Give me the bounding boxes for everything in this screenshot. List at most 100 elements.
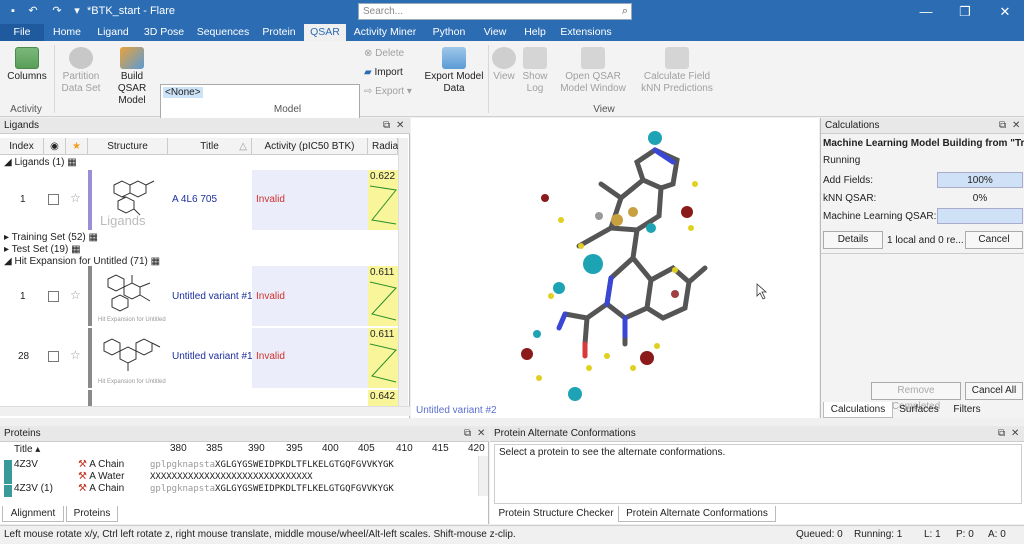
build-qsar-model-button[interactable]: Build QSAR Model [106,47,158,107]
view-button[interactable]: View [490,47,518,83]
tab-home[interactable]: Home [46,24,88,41]
float-panel-icon[interactable]: ⧉ [464,426,471,442]
tab-qsar[interactable]: QSAR [304,24,346,41]
3d-viewer[interactable]: Untitled variant #2 [411,118,819,418]
tab-ligand[interactable]: Ligand [90,24,136,41]
tab-proteins[interactable]: Proteins [66,506,118,522]
tab-protein-alternate-conformations[interactable]: Protein Alternate Conformations [618,506,776,522]
column-header-title-label: Title [200,141,219,152]
tab-calculations[interactable]: Calculations [823,402,893,418]
ruler-tick: 400 [322,443,339,454]
column-header-favourite[interactable]: ★ [66,138,88,155]
protein-name[interactable]: 4Z3V [14,459,38,470]
float-panel-icon[interactable]: ⧉ [383,118,390,134]
tab-surfaces[interactable]: Surfaces [893,402,945,418]
search-input[interactable]: Search... ⌕ [358,3,632,20]
proteins-vertical-scrollbar[interactable] [478,456,488,496]
tab-view[interactable]: View [478,24,512,41]
tab-activity-miner[interactable]: Activity Miner [350,24,420,41]
protein-title-column[interactable]: Title ▴ [14,444,40,455]
close-panel-icon[interactable]: ✕ [396,118,404,134]
float-panel-icon[interactable]: ⧉ [999,118,1006,134]
tab-protein[interactable]: Protein [256,24,302,41]
cancel-all-button[interactable]: Cancel All [965,382,1023,400]
column-header-activity[interactable]: Activity (pIC50 BTK) [252,138,368,155]
column-header-title[interactable]: Title △ [168,138,252,155]
delete-button[interactable]: ⊗ Delete [364,48,404,59]
columns-button[interactable]: Columns [4,47,50,83]
tab-sequences[interactable]: Sequences [192,24,254,41]
export-button[interactable]: ⇨ Export ▾ [364,86,412,97]
row-title[interactable]: A 4L6 705 [172,194,217,205]
columns-icon [15,47,39,69]
group-table-icon: ▦ [147,256,161,267]
water-row[interactable]: ⚒ A Water [78,471,124,482]
row-favourite-star-icon[interactable]: ☆ [70,288,81,302]
row-title[interactable]: Untitled variant #1 [172,291,253,302]
export-model-data-button[interactable]: Export Model Data [424,47,484,95]
export-model-data-icon [442,47,466,69]
float-panel-icon[interactable]: ⧉ [998,426,1005,442]
column-header-visible[interactable]: ◉ [44,138,66,155]
tab-alignment[interactable]: Alignment [2,506,64,522]
chain-icon: ⚒ [78,483,90,494]
group-training-set[interactable]: ▸ Training Set (52) ▦ [4,232,98,243]
close-panel-icon[interactable]: ✕ [477,426,485,442]
column-header-structure[interactable]: Structure [88,138,168,155]
sequence-row[interactable]: gplpgknapstaXGLGYGSWEIDPKDLTFLKELGTGQFGV… [150,484,394,494]
redo-icon[interactable]: ↷ [50,4,64,18]
protein-name[interactable]: 4Z3V (1) [14,483,53,494]
proteins-panel-header: Proteins ⧉ ✕ [0,426,489,442]
close-panel-icon[interactable]: ✕ [1011,426,1019,442]
tab-extensions[interactable]: Extensions [558,24,614,41]
group-hit-expansion[interactable]: ◢ Hit Expansion for Untitled (71) ▦ [4,256,160,267]
quick-access-dropdown-icon[interactable]: ▾ [70,4,84,18]
calculate-field-knn-button[interactable]: Calculate Field kNN Predictions [636,47,718,95]
column-header-radial[interactable]: Radia [368,138,398,155]
open-qsar-label: Open QSAR Model Window [560,71,626,94]
water-label: A Water [89,471,125,482]
ligands-panel-title: Ligands [4,120,40,131]
partition-data-set-button[interactable]: Partition Data Set [58,47,104,95]
import-button[interactable]: ▰ Import [364,67,403,78]
sequence-row[interactable]: gplpgknapstaXGLGYGSWEIDPKDLTFLKELGTGQFGV… [150,460,394,470]
row-radial-plot [369,185,397,225]
close-panel-icon[interactable]: ✕ [1012,118,1020,134]
close-icon[interactable]: ✕ [995,3,1015,21]
tab-protein-structure-checker[interactable]: Protein Structure Checker [494,506,618,522]
details-button[interactable]: Details [823,231,883,249]
group-test-set[interactable]: ▸ Test Set (19) ▦ [4,244,81,255]
group-ligands-label: Ligands (1) [14,157,65,168]
model-list-item-none[interactable]: <None> [163,87,203,98]
row-visible-checkbox[interactable] [48,291,59,302]
calculation-info: 1 local and 0 re... [887,235,964,246]
row-visible-checkbox[interactable] [48,351,59,362]
ligands-horizontal-scrollbar[interactable] [0,406,410,416]
save-icon[interactable]: ▪ [6,4,20,18]
row-title[interactable]: Untitled variant #1 [172,351,253,362]
remove-completed-button[interactable]: Remove Completed [871,382,961,412]
tab-3d-pose[interactable]: 3D Pose [138,24,190,41]
open-qsar-model-window-button[interactable]: Open QSAR Model Window [552,47,634,95]
maximize-icon[interactable]: ❐ [955,3,975,21]
group-ligands[interactable]: ◢ Ligands (1) ▦ [4,157,77,168]
undo-icon[interactable]: ↶ [26,4,40,18]
row-visible-checkbox[interactable] [48,194,59,205]
chain-row[interactable]: ⚒ A Chain [78,483,124,494]
chain-row[interactable]: ⚒ A Chain [78,459,124,470]
cancel-button[interactable]: Cancel [965,231,1023,249]
row-favourite-star-icon[interactable]: ☆ [70,348,81,362]
tab-file[interactable]: File [0,24,44,41]
protein-color-bar [4,460,12,484]
tab-python[interactable]: Python [424,24,474,41]
ligands-vertical-scrollbar[interactable] [398,138,408,406]
delete-label: Delete [375,48,405,59]
row-favourite-star-icon[interactable]: ☆ [70,191,81,205]
show-log-button[interactable]: Show Log [520,47,550,95]
column-header-index[interactable]: Index [0,138,44,155]
alternate-conformations-title: Protein Alternate Conformations [494,428,636,439]
sequence-row[interactable]: XXXXXXXXXXXXXXXXXXXXXXXXXXXXXX [150,472,313,482]
tab-help[interactable]: Help [516,24,554,41]
tab-filters[interactable]: Filters [945,402,989,418]
minimize-icon[interactable]: — [916,3,936,21]
